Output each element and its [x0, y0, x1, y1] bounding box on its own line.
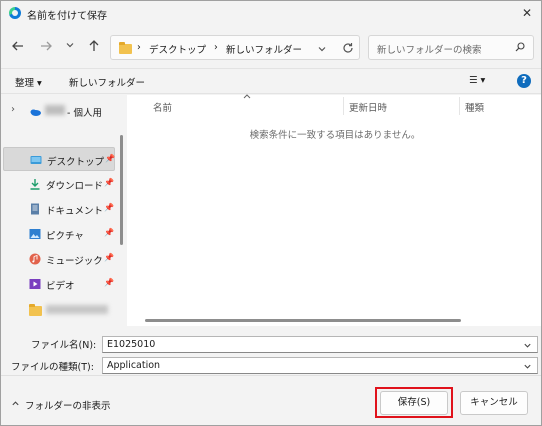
hide-folders-label: フォルダーの非表示 — [25, 401, 111, 412]
navigation-bar: › デスクトップ › 新しいフォルダー 新しいフォルダーの検索 — [1, 27, 541, 67]
column-header-name[interactable]: 名前 — [153, 100, 172, 114]
onedrive-icon — [30, 109, 41, 116]
nav-pane-scrollbar[interactable] — [120, 135, 123, 245]
folder-name-redacted — [46, 305, 108, 314]
pin-icon: 📌 — [104, 178, 114, 187]
chevron-down-icon[interactable] — [523, 341, 532, 350]
file-list-scrollbar[interactable] — [145, 319, 461, 322]
new-folder-button[interactable]: 新しいフォルダー — [69, 75, 145, 89]
nav-item-pictures[interactable]: ピクチャ 📌 — [3, 222, 115, 246]
pin-icon: 📌 — [104, 278, 114, 287]
back-arrow-icon — [12, 41, 23, 51]
chevron-up-icon — [12, 401, 19, 406]
dialog-footer: フォルダーの非表示 保存(S) キャンセル — [1, 375, 541, 425]
column-divider[interactable] — [343, 97, 344, 115]
search-input[interactable]: 新しいフォルダーの検索 — [377, 42, 482, 56]
save-form: ファイル名(N): E1025010 ファイルの種類(T): Applicati… — [1, 327, 541, 375]
column-divider[interactable] — [459, 97, 460, 115]
pin-icon: 📌 — [104, 253, 114, 262]
forward-button[interactable] — [37, 39, 55, 55]
edge-app-icon — [9, 7, 21, 19]
navigation-pane: › - 個人用 デスクトップ 📌 ダウンロード 📌 ドキュメント 📌 ピクチャ — [1, 95, 126, 326]
breadcrumb-new-folder[interactable]: 新しいフォルダー — [226, 42, 302, 56]
nav-item-documents[interactable]: ドキュメント 📌 — [3, 197, 115, 221]
nav-item-onedrive[interactable]: › - 個人用 — [3, 99, 115, 123]
forward-arrow-icon — [41, 41, 52, 51]
file-list: 名前 更新日時 種類 検索条件に一致する項目はありません。 — [127, 94, 541, 326]
filetype-value: Application — [107, 360, 161, 371]
back-button[interactable] — [9, 39, 27, 55]
title-bar: 名前を付けて保存 ✕ — [1, 1, 541, 27]
hide-folders-toggle[interactable]: フォルダーの非表示 — [11, 398, 111, 412]
nav-item-music[interactable]: ミュージック 📌 — [3, 247, 115, 271]
video-icon — [29, 279, 41, 289]
nav-label-videos: ビデオ — [46, 281, 75, 292]
nav-label-desktop: デスクトップ — [47, 157, 105, 168]
desktop-icon — [30, 156, 42, 164]
save-as-dialog: 名前を付けて保存 ✕ › デスクトップ › 新しいフォルダー 新しいフォルダーの… — [0, 0, 542, 426]
column-header-modified[interactable]: 更新日時 — [349, 100, 387, 114]
folder-icon — [29, 304, 42, 316]
pin-icon: 📌 — [105, 154, 115, 163]
up-button[interactable] — [85, 39, 103, 55]
help-icon[interactable]: ? — [517, 74, 531, 88]
nav-item-videos[interactable]: ビデオ 📌 — [3, 272, 115, 296]
filename-label: ファイル名(N): — [31, 340, 97, 351]
folder-icon — [119, 42, 132, 54]
address-dropdown-icon[interactable] — [317, 44, 327, 54]
nav-item-downloads[interactable]: ダウンロード 📌 — [3, 172, 115, 196]
filename-field[interactable]: E1025010 — [102, 336, 538, 353]
pictures-icon — [29, 229, 41, 239]
column-header-type[interactable]: 種類 — [465, 100, 484, 114]
breadcrumb-separator: › — [214, 42, 218, 53]
account-name-redacted — [45, 105, 65, 115]
search-icon — [515, 42, 525, 52]
document-icon — [31, 203, 39, 215]
filetype-select[interactable]: Application — [102, 357, 538, 374]
search-box[interactable]: 新しいフォルダーの検索 — [368, 35, 534, 60]
nav-label-documents: ドキュメント — [46, 206, 104, 217]
expand-chevron-icon[interactable]: › — [11, 104, 15, 115]
filename-input[interactable]: E1025010 — [107, 339, 155, 350]
sort-ascending-icon — [243, 94, 251, 99]
up-arrow-icon — [89, 40, 99, 51]
command-bar: 整理 ▾ 新しいフォルダー ☰ ▾ ? — [1, 68, 541, 94]
music-icon — [29, 253, 41, 265]
cancel-button[interactable]: キャンセル — [460, 391, 528, 415]
chevron-down-icon — [66, 43, 74, 48]
address-bar[interactable]: › デスクトップ › 新しいフォルダー — [110, 35, 360, 60]
window-title: 名前を付けて保存 — [27, 11, 107, 22]
breadcrumb-separator: › — [137, 42, 141, 53]
close-button[interactable]: ✕ — [515, 3, 539, 23]
recent-locations-button[interactable] — [61, 39, 79, 55]
organize-menu[interactable]: 整理 ▾ — [15, 75, 42, 89]
nav-label-music: ミュージック — [46, 256, 103, 267]
pin-icon: 📌 — [104, 203, 114, 212]
nav-label-pictures: ピクチャ — [46, 231, 84, 242]
nav-label-onedrive: - 個人用 — [67, 108, 102, 119]
save-button-highlight — [375, 387, 453, 418]
refresh-icon[interactable] — [342, 42, 354, 54]
view-options-button[interactable]: ☰ ▾ — [469, 75, 485, 86]
nav-label-downloads: ダウンロード — [46, 181, 104, 192]
pin-icon: 📌 — [104, 228, 114, 237]
nav-item-desktop[interactable]: デスクトップ 📌 — [3, 147, 115, 171]
chevron-down-icon[interactable] — [523, 362, 532, 371]
filetype-label: ファイルの種類(T): — [11, 362, 94, 373]
download-icon — [30, 179, 40, 190]
breadcrumb-desktop[interactable]: デスクトップ — [149, 42, 206, 56]
nav-item-redacted-folder[interactable] — [3, 297, 115, 321]
empty-results-message: 検索条件に一致する項目はありません。 — [249, 130, 421, 141]
